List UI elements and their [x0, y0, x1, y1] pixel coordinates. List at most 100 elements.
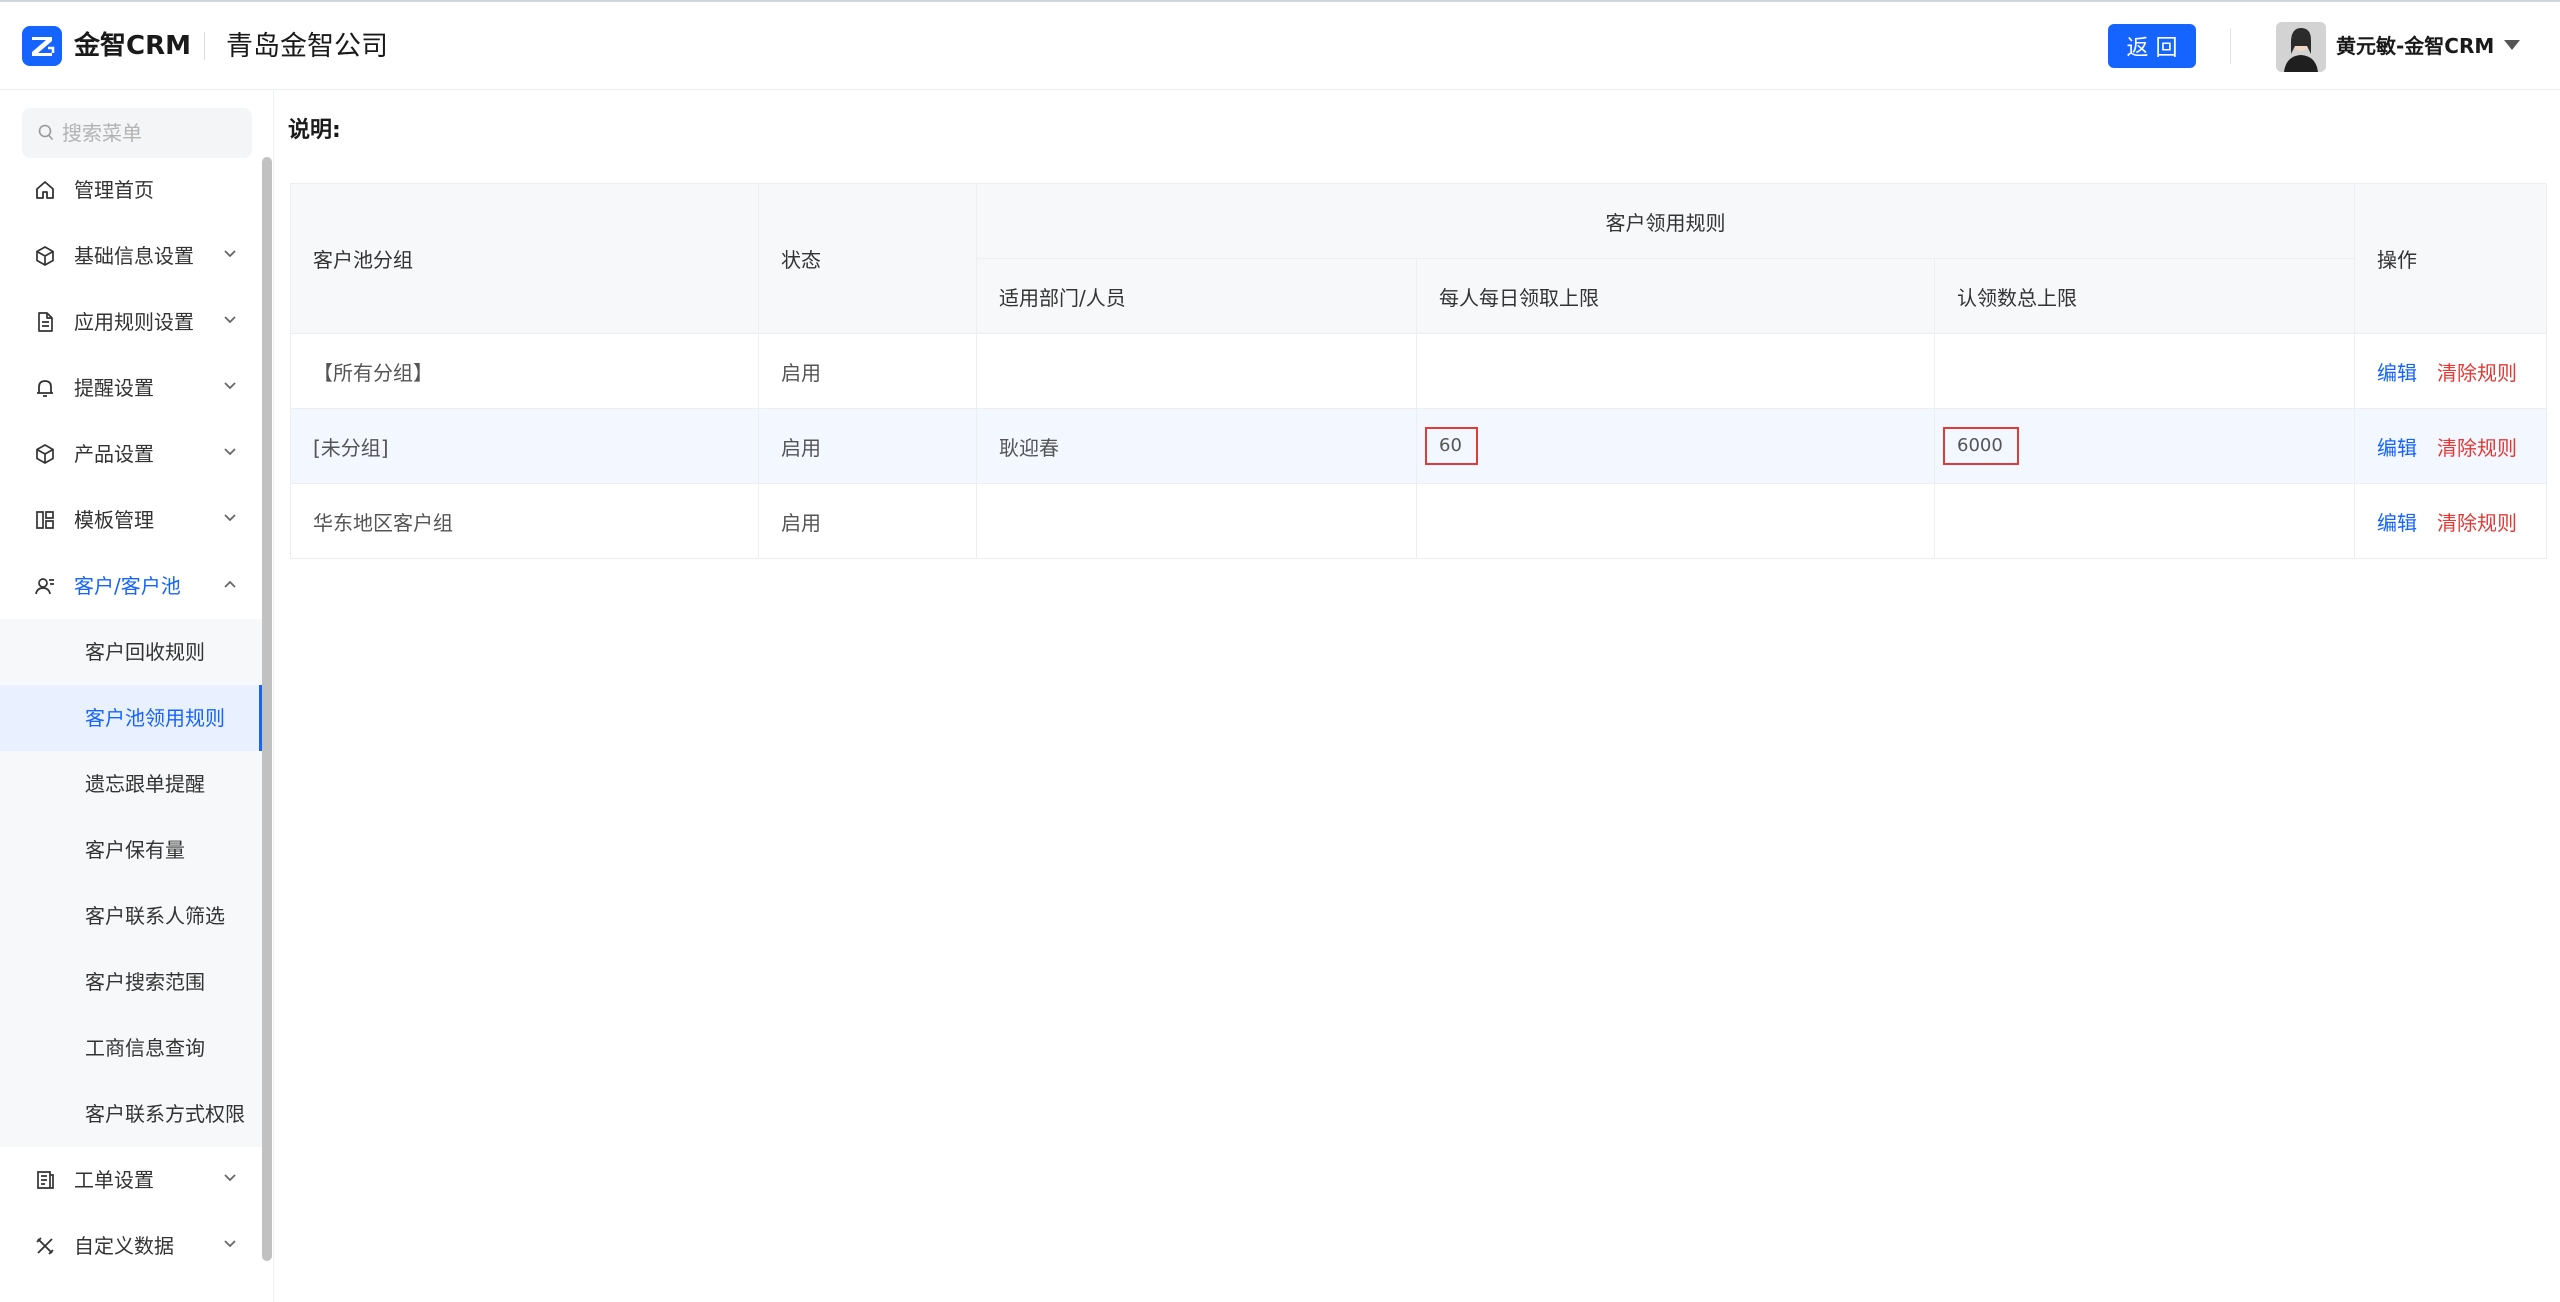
- sidebar-item-app-rules[interactable]: 应用规则设置: [0, 289, 262, 355]
- cell-daily: [1416, 333, 1935, 409]
- sidebar-item-templates[interactable]: 模板管理: [0, 487, 262, 553]
- header-total: 认领数总上限: [1933, 258, 2356, 334]
- daily-limit-value[interactable]: 60: [1425, 427, 1478, 465]
- cell-status: 启用: [758, 333, 977, 409]
- submenu-item-label: 客户回收规则: [85, 640, 205, 664]
- user-name[interactable]: 黄元敏-金智CRM: [2336, 32, 2494, 60]
- logo-icon: [22, 26, 62, 66]
- document-icon: [38, 312, 53, 332]
- sidebar-scrollbar[interactable]: [262, 157, 272, 1261]
- table-row: 【所有分组】 启用 编辑 清除规则: [290, 333, 2548, 409]
- sidebar-item-basic-info[interactable]: 基础信息设置: [0, 223, 262, 289]
- search-icon: [38, 124, 54, 141]
- chevron-down-icon: [224, 382, 236, 390]
- header-status: 状态: [758, 183, 977, 334]
- cell-ops: 编辑 清除规则: [2354, 333, 2548, 409]
- submenu-item-selected[interactable]: 客户池领用规则: [0, 685, 262, 751]
- submenu-item-label: 客户搜索范围: [85, 970, 205, 994]
- submenu-item[interactable]: 工商信息查询: [0, 1015, 262, 1081]
- box-icon: [36, 444, 54, 464]
- sidebar-item-reminders[interactable]: 提醒设置: [0, 355, 262, 421]
- sidebar-item-products[interactable]: 产品设置: [0, 421, 262, 487]
- cell-dept: [976, 333, 1417, 409]
- sidebar-item-label: 产品设置: [74, 442, 154, 466]
- header-rule: 客户领用规则: [975, 183, 2356, 259]
- total-limit-value[interactable]: 6000: [1943, 427, 2019, 465]
- cell-status: 启用: [758, 408, 977, 484]
- sidebar: 管理首页 基础信息设置 应用规则设置 提醒设置 产: [0, 91, 274, 1302]
- submenu-item[interactable]: 遗忘跟单提醒: [0, 751, 262, 817]
- sidebar-item-customers[interactable]: 客户/客户池: [0, 553, 262, 619]
- sidebar-item-label: 模板管理: [74, 508, 154, 532]
- chevron-down-icon: [224, 514, 236, 522]
- customer-icon: [35, 578, 54, 595]
- submenu-item[interactable]: 客户保有量: [0, 817, 262, 883]
- submenu-item-label: 工商信息查询: [85, 1036, 205, 1060]
- cell-group: [未分组]: [290, 408, 759, 484]
- sidebar-item-custom-data[interactable]: 自定义数据: [0, 1213, 262, 1279]
- chevron-down-icon: [224, 448, 236, 456]
- header-group: 客户池分组: [290, 183, 759, 334]
- submenu-item[interactable]: 客户搜索范围: [0, 949, 262, 1015]
- chevron-down-icon: [224, 1174, 236, 1182]
- back-button[interactable]: 返 回: [2108, 24, 2196, 68]
- header-ops: 操作: [2354, 183, 2548, 334]
- sidebar-item-label: 自定义数据: [74, 1234, 174, 1258]
- chevron-up-icon: [224, 580, 236, 588]
- submenu-item-label: 遗忘跟单提醒: [85, 772, 205, 796]
- cell-total: [1933, 333, 2356, 409]
- ticket-icon: [37, 1171, 54, 1189]
- note-title: 说明:: [288, 118, 341, 143]
- edit-link[interactable]: 编辑: [2377, 361, 2417, 385]
- sidebar-item-home[interactable]: 管理首页: [0, 157, 262, 223]
- cell-group: 华东地区客户组: [290, 483, 759, 559]
- submenu-item-label: 客户联系方式权限: [85, 1102, 245, 1126]
- cell-group: 【所有分组】: [290, 333, 759, 409]
- sidebar-item-tickets[interactable]: 工单设置: [0, 1147, 262, 1213]
- menu-search[interactable]: [22, 108, 252, 158]
- cell-dept: 耿迎春: [976, 408, 1417, 484]
- cell-ops: 编辑 清除规则: [2354, 408, 2548, 484]
- sidebar-item-label: 工单设置: [74, 1168, 154, 1192]
- submenu-item[interactable]: 客户联系人筛选: [0, 883, 262, 949]
- edit-link[interactable]: 编辑: [2377, 511, 2417, 535]
- cube-icon: [36, 246, 54, 266]
- cell-dept: [976, 483, 1417, 559]
- tools-icon: [36, 1237, 54, 1255]
- sidebar-item-label: 基础信息设置: [74, 244, 194, 268]
- chevron-down-icon: [224, 1240, 236, 1248]
- sidebar-item-label: 管理首页: [74, 178, 154, 202]
- header-dept: 适用部门/人员: [976, 258, 1417, 334]
- cell-daily: [1416, 483, 1935, 559]
- main-content: 说明: 客户池分组 状态 客户领用规则 操作 适用部门/人员 每人每日领取上限 …: [274, 91, 2560, 1302]
- table-row: [未分组] 启用 耿迎春 60 6000 编辑 清除规则: [290, 408, 2548, 484]
- cell-total: [1933, 483, 2356, 559]
- submenu-item[interactable]: 客户回收规则: [0, 619, 262, 685]
- pool-rules-table: 客户池分组 状态 客户领用规则 操作 适用部门/人员 每人每日领取上限 认领数总…: [290, 183, 2548, 559]
- submenu-item[interactable]: 客户联系方式权限: [0, 1081, 262, 1147]
- search-input[interactable]: [60, 108, 246, 158]
- clear-rule-link[interactable]: 清除规则: [2437, 511, 2517, 535]
- template-icon: [36, 511, 54, 529]
- submenu-item-label: 客户保有量: [85, 838, 185, 862]
- sidebar-item-label: 客户/客户池: [74, 574, 181, 598]
- cell-ops: 编辑 清除规则: [2354, 483, 2548, 559]
- clear-rule-link[interactable]: 清除规则: [2437, 361, 2517, 385]
- edit-link[interactable]: 编辑: [2377, 436, 2417, 460]
- home-icon: [36, 181, 54, 199]
- caret-down-icon[interactable]: [2504, 40, 2520, 50]
- company-name: 青岛金智公司: [226, 31, 388, 62]
- avatar[interactable]: [2276, 22, 2326, 72]
- table-row: 华东地区客户组 启用 编辑 清除规则: [290, 483, 2548, 559]
- submenu-item-label: 客户联系人筛选: [85, 904, 225, 928]
- cell-status: 启用: [758, 483, 977, 559]
- chevron-down-icon: [224, 316, 236, 324]
- brand-name: 金智CRM: [74, 31, 191, 61]
- clear-rule-link[interactable]: 清除规则: [2437, 436, 2517, 460]
- header-daily: 每人每日领取上限: [1416, 258, 1935, 334]
- bell-icon: [37, 380, 53, 397]
- top-header: 金智CRM 青岛金智公司 返 回 黄元敏-金智CRM: [0, 0, 2560, 90]
- chevron-down-icon: [224, 250, 236, 258]
- header-divider: [204, 32, 205, 60]
- customer-submenu: 客户回收规则 客户池领用规则 遗忘跟单提醒 客户保有量 客户联系人筛选 客户搜索…: [0, 619, 262, 1147]
